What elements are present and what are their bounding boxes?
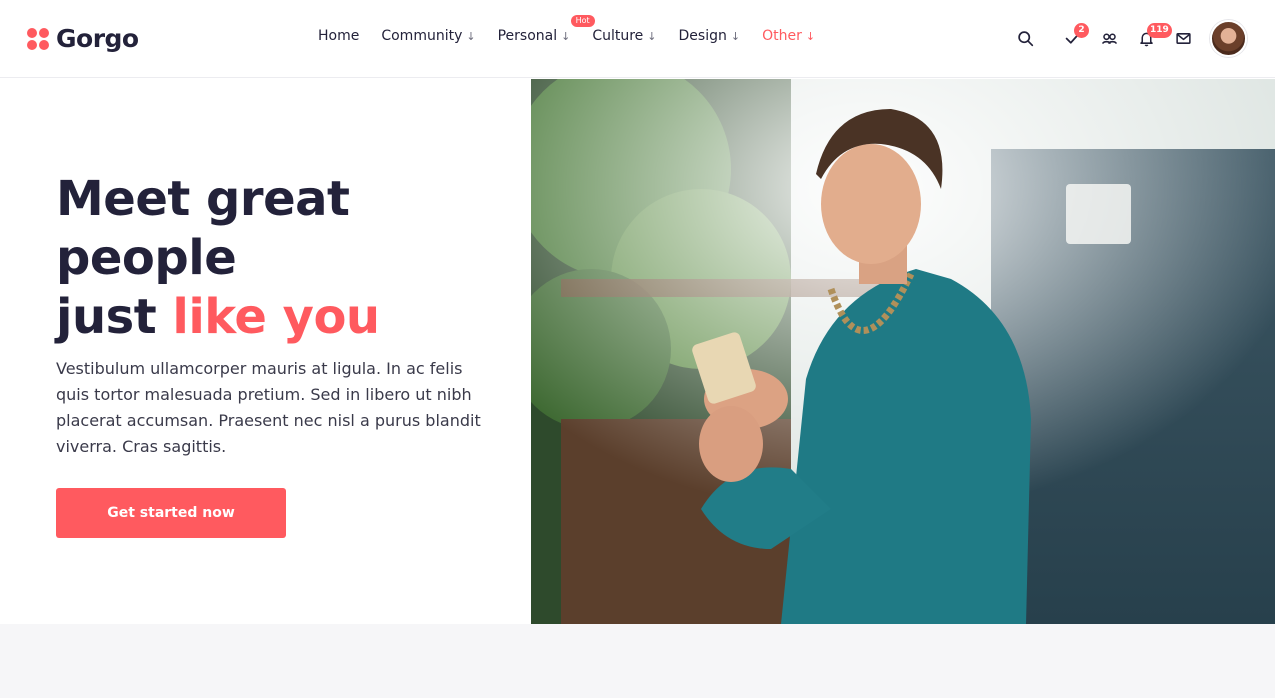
nav-item-label: Culture: [592, 28, 644, 44]
arrow-down-icon: ↓: [805, 29, 816, 43]
nav-item-label: Personal: [497, 28, 558, 44]
hero-description: Vestibulum ullamcorper mauris at ligula.…: [56, 359, 481, 456]
top-navbar: Gorgo Home Community ↓ Personal ↓ Hot Cu…: [0, 0, 1275, 78]
arrow-down-icon: ↓: [730, 29, 741, 43]
users-icon: [1101, 33, 1118, 45]
nav-item-home[interactable]: Home: [318, 28, 359, 44]
nav-item-label: Design: [678, 28, 727, 44]
headline-line-3: just: [56, 289, 173, 345]
hero-section: [0, 79, 531, 624]
nav-item-community[interactable]: Community ↓: [381, 28, 475, 44]
main-nav: Home Community ↓ Personal ↓ Hot Culture …: [318, 15, 837, 44]
nav-item-other[interactable]: Other ↓: [762, 28, 815, 44]
nav-item-personal[interactable]: Personal ↓ Hot: [497, 15, 595, 44]
logo-dots-icon: [27, 27, 49, 50]
tasks-count-badge: 2: [1074, 23, 1089, 38]
friends-button[interactable]: [1091, 20, 1128, 57]
search-icon: [1018, 31, 1034, 47]
get-started-button[interactable]: Get started now: [56, 488, 286, 538]
tasks-button[interactable]: 2: [1054, 20, 1091, 57]
arrow-down-icon: ↓: [561, 29, 571, 43]
nav-item-label: Community: [381, 28, 463, 44]
hero-image: [531, 79, 1275, 624]
brand-name: Gorgo: [56, 24, 139, 53]
arrow-down-icon: ↓: [647, 29, 657, 43]
headline-line-2: people: [56, 230, 237, 286]
nav-item-design[interactable]: Design ↓: [679, 28, 741, 44]
hero-headline: Meet great people just like you: [56, 170, 516, 347]
nav-item-label: Other: [762, 28, 802, 44]
arrow-down-icon: ↓: [466, 29, 476, 43]
envelope-icon: [1176, 33, 1191, 44]
user-avatar[interactable]: [1210, 20, 1247, 57]
brand-logo[interactable]: Gorgo: [27, 24, 139, 53]
headline-accent: like you: [172, 289, 380, 345]
nav-item-culture[interactable]: Culture ↓: [592, 28, 656, 44]
hot-badge: Hot: [570, 15, 595, 27]
section-divider-band: [0, 624, 1275, 698]
nav-item-label: Home: [318, 28, 360, 44]
headline-line-1: Meet great: [56, 171, 350, 227]
messages-button[interactable]: [1165, 20, 1202, 57]
header-actions: 2 119: [1007, 20, 1247, 57]
notifications-button[interactable]: 119: [1128, 20, 1172, 57]
search-button[interactable]: [1007, 20, 1044, 57]
